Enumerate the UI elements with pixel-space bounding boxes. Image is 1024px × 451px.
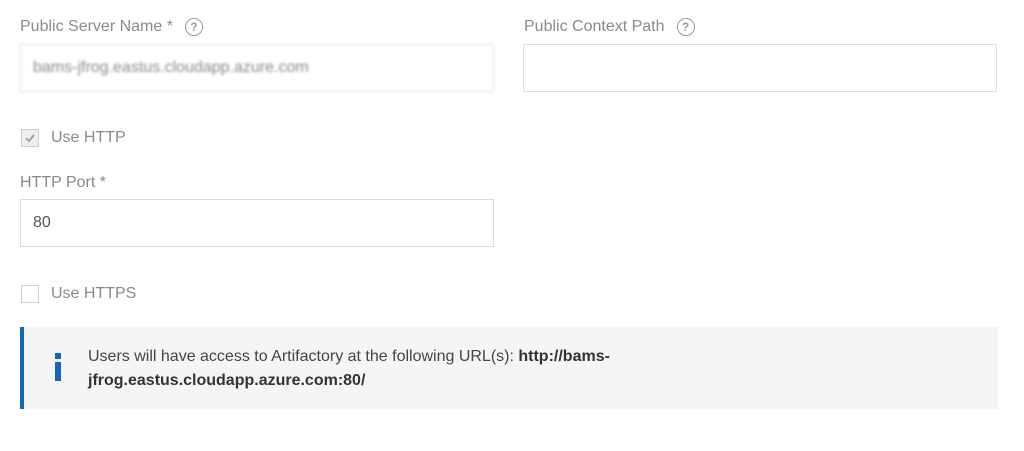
- use-https-checkbox[interactable]: [21, 285, 39, 303]
- info-message: Users will have access to Artifactory at…: [88, 345, 708, 393]
- info-icon: [55, 353, 61, 381]
- http-port-input[interactable]: [20, 199, 494, 247]
- question-circle-icon[interactable]: ?: [676, 18, 695, 36]
- public-server-name-label: Public Server Name * ?: [20, 18, 203, 36]
- public-context-path-label: Public Context Path ?: [524, 18, 695, 36]
- http-port-label: HTTP Port *: [20, 174, 106, 192]
- http-port-label-text: HTTP Port *: [20, 174, 106, 191]
- public-context-path-input[interactable]: [523, 44, 997, 92]
- question-circle-icon[interactable]: ?: [184, 18, 203, 36]
- public-context-path-label-text: Public Context Path: [524, 18, 665, 35]
- use-http-label: Use HTTP: [51, 129, 126, 146]
- use-http-checkbox[interactable]: [21, 129, 39, 147]
- checkmark-icon: [25, 134, 35, 143]
- use-https-label: Use HTTPS: [51, 285, 137, 302]
- use-http-checkbox-row[interactable]: Use HTTP: [21, 129, 126, 147]
- public-server-name-label-text: Public Server Name *: [20, 18, 173, 35]
- use-https-checkbox-row[interactable]: Use HTTPS: [21, 285, 136, 303]
- info-message-text: Users will have access to Artifactory at…: [88, 348, 519, 365]
- info-message-box: Users will have access to Artifactory at…: [20, 327, 998, 409]
- public-server-name-input[interactable]: [20, 44, 494, 92]
